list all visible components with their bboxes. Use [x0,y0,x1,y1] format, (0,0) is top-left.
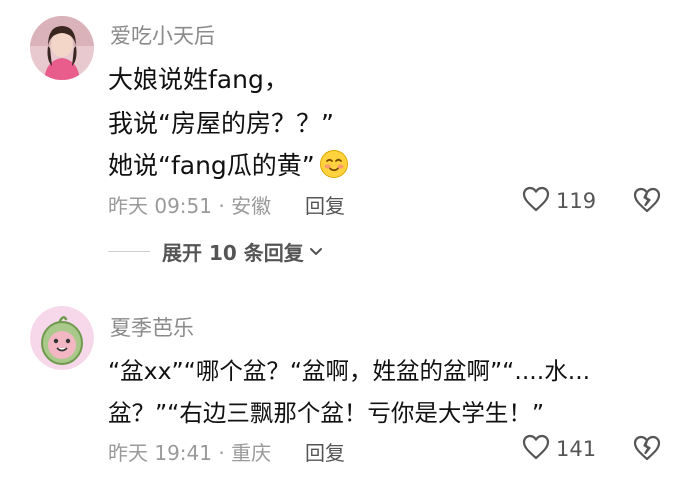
reply-button[interactable]: 回复 [305,190,345,219]
avatar[interactable] [30,306,94,370]
dislike-button[interactable] [633,435,661,465]
comment-text-line-wrap: 她说“fang瓜的黄” [108,146,349,185]
expand-replies[interactable]: 展开 10 条回复 [108,237,323,266]
comment-text-line: 大娘说姓fang， [108,65,289,94]
dislike-button[interactable] [633,187,661,217]
heart-icon [522,434,550,464]
blushing-smile-emoji-icon [319,149,349,185]
broken-heart-icon [633,435,661,465]
comment-text-line: 盆？”“右边三飘那个盆！亏你是大学生！” [108,399,545,427]
expand-replies-label: 展开 10 条回复 [162,241,304,265]
like-count: 119 [556,189,597,213]
username[interactable]: 爱吃小天后 [110,20,215,50]
comment-text-line: 我说“房屋的房？？” [108,109,334,138]
reply-button[interactable]: 回复 [305,437,345,466]
comment-meta: 昨天 19:41 · 重庆 [108,441,272,465]
like-button[interactable]: 119 [522,186,596,216]
username[interactable]: 夏季芭乐 [110,312,194,342]
comment-text-line: “盆xx”“哪个盆？“盆啊，姓盆的盆啊”“....水... [108,357,591,385]
divider [108,250,150,253]
like-button[interactable]: 141 [522,434,596,464]
like-count: 141 [556,437,597,461]
avatar[interactable] [30,16,94,80]
comment-meta: 昨天 09:51 · 安徽 [108,194,272,218]
chevron-down-icon [309,242,323,261]
broken-heart-icon [633,187,661,217]
comment-text-line: 她说“fang瓜的黄” [108,151,315,180]
heart-icon [522,186,550,216]
